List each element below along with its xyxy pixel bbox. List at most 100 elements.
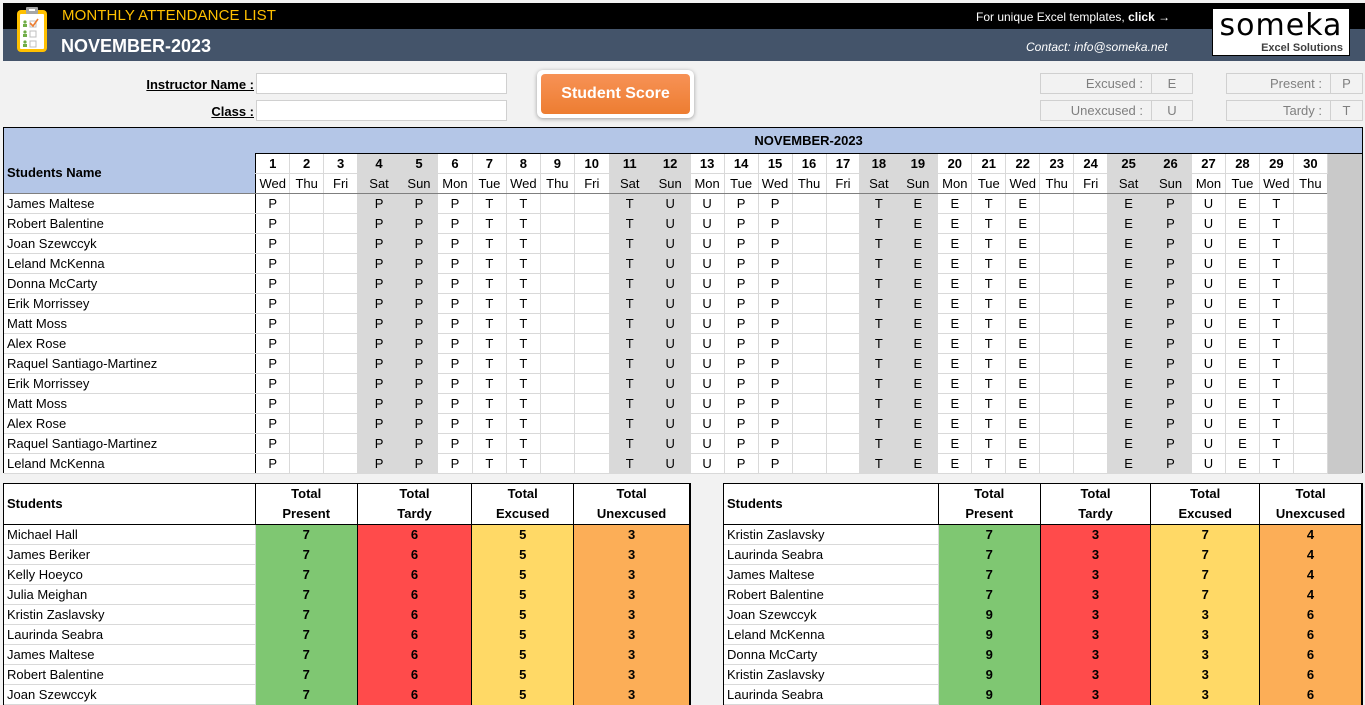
attendance-cell[interactable]: E	[1224, 312, 1260, 334]
attendance-cell[interactable]	[539, 292, 575, 314]
attendance-cell[interactable]: T	[859, 392, 899, 414]
attendance-cell[interactable]	[1292, 292, 1328, 314]
attendance-cell[interactable]: T	[971, 312, 1007, 334]
attendance-cell[interactable]: P	[255, 232, 291, 254]
attendance-cell[interactable]: P	[255, 332, 291, 354]
attendance-cell[interactable]	[1292, 232, 1328, 254]
attendance-cell[interactable]: P	[723, 452, 759, 474]
attendance-cell[interactable]	[323, 372, 359, 394]
attendance-cell[interactable]: P	[357, 432, 401, 454]
attendance-cell[interactable]: P	[723, 272, 759, 294]
student-name[interactable]: Joan Szewccyk	[4, 232, 257, 254]
attendance-cell[interactable]	[791, 332, 827, 354]
attendance-cell[interactable]: U	[689, 332, 725, 354]
attendance-cell[interactable]: E	[1224, 332, 1260, 354]
attendance-cell[interactable]	[791, 352, 827, 374]
attendance-cell[interactable]: P	[723, 432, 759, 454]
attendance-cell[interactable]: E	[897, 232, 939, 254]
attendance-cell[interactable]: T	[859, 372, 899, 394]
attendance-cell[interactable]: P	[757, 292, 793, 314]
attendance-cell[interactable]: T	[971, 212, 1007, 234]
attendance-cell[interactable]: P	[436, 252, 473, 274]
attendance-cell[interactable]: T	[471, 272, 507, 294]
attendance-cell[interactable]: P	[400, 412, 438, 434]
attendance-cell[interactable]	[791, 272, 827, 294]
student-name[interactable]: Alex Rose	[4, 332, 257, 354]
attendance-cell[interactable]: P	[357, 352, 401, 374]
attendance-cell[interactable]	[791, 312, 827, 334]
attendance-cell[interactable]: U	[1190, 432, 1226, 454]
attendance-cell[interactable]: P	[400, 452, 438, 474]
attendance-cell[interactable]: P	[357, 292, 401, 314]
attendance-cell[interactable]: E	[897, 292, 939, 314]
attendance-cell[interactable]: T	[859, 252, 899, 274]
attendance-cell[interactable]: E	[937, 412, 973, 434]
attendance-cell[interactable]: E	[1107, 312, 1151, 334]
attendance-cell[interactable]: T	[505, 432, 541, 454]
attendance-cell[interactable]: E	[937, 452, 973, 474]
attendance-cell[interactable]: U	[1190, 392, 1226, 414]
attendance-cell[interactable]: T	[608, 312, 651, 334]
attendance-cell[interactable]: P	[757, 392, 793, 414]
attendance-cell[interactable]: U	[1190, 192, 1226, 214]
attendance-cell[interactable]	[539, 232, 575, 254]
attendance-cell[interactable]	[289, 272, 325, 294]
attendance-cell[interactable]: U	[689, 252, 725, 274]
attendance-cell[interactable]: P	[357, 252, 401, 274]
attendance-cell[interactable]: T	[505, 372, 541, 394]
attendance-cell[interactable]: P	[723, 412, 759, 434]
attendance-cell[interactable]	[289, 412, 325, 434]
attendance-cell[interactable]: E	[1005, 372, 1041, 394]
attendance-cell[interactable]	[1073, 372, 1109, 394]
attendance-cell[interactable]: T	[471, 212, 507, 234]
attendance-cell[interactable]: E	[1005, 332, 1041, 354]
attendance-cell[interactable]: T	[505, 312, 541, 334]
attendance-cell[interactable]: U	[689, 352, 725, 374]
attendance-cell[interactable]: T	[859, 452, 899, 474]
attendance-cell[interactable]: P	[400, 272, 438, 294]
attendance-cell[interactable]	[573, 452, 610, 474]
attendance-cell[interactable]	[289, 352, 325, 374]
attendance-cell[interactable]: T	[471, 352, 507, 374]
attendance-cell[interactable]: T	[1258, 412, 1294, 434]
attendance-cell[interactable]: P	[1149, 352, 1192, 374]
attendance-cell[interactable]: E	[1005, 272, 1041, 294]
attendance-cell[interactable]: E	[1107, 272, 1151, 294]
attendance-cell[interactable]	[323, 212, 359, 234]
attendance-cell[interactable]	[573, 212, 610, 234]
attendance-cell[interactable]	[825, 392, 861, 414]
attendance-cell[interactable]: U	[689, 452, 725, 474]
attendance-cell[interactable]: P	[1149, 432, 1192, 454]
attendance-cell[interactable]: T	[471, 372, 507, 394]
attendance-cell[interactable]: T	[971, 232, 1007, 254]
attendance-cell[interactable]: T	[608, 392, 651, 414]
attendance-cell[interactable]: E	[1107, 232, 1151, 254]
attendance-cell[interactable]: T	[505, 212, 541, 234]
attendance-cell[interactable]	[573, 432, 610, 454]
attendance-cell[interactable]: U	[689, 372, 725, 394]
attendance-cell[interactable]	[791, 212, 827, 234]
attendance-cell[interactable]: E	[897, 452, 939, 474]
attendance-cell[interactable]: P	[400, 252, 438, 274]
attendance-cell[interactable]: U	[649, 212, 691, 234]
attendance-cell[interactable]	[289, 252, 325, 274]
attendance-cell[interactable]: U	[649, 272, 691, 294]
attendance-cell[interactable]	[825, 452, 861, 474]
attendance-cell[interactable]: P	[357, 452, 401, 474]
attendance-cell[interactable]: E	[937, 332, 973, 354]
attendance-cell[interactable]: P	[255, 432, 291, 454]
attendance-cell[interactable]: P	[1149, 252, 1192, 274]
attendance-cell[interactable]: U	[649, 292, 691, 314]
attendance-cell[interactable]: T	[608, 432, 651, 454]
attendance-cell[interactable]: U	[689, 232, 725, 254]
attendance-cell[interactable]	[825, 372, 861, 394]
attendance-cell[interactable]: T	[505, 412, 541, 434]
attendance-cell[interactable]: T	[971, 352, 1007, 374]
attendance-cell[interactable]: P	[723, 392, 759, 414]
attendance-cell[interactable]: T	[971, 292, 1007, 314]
attendance-cell[interactable]	[289, 332, 325, 354]
instructor-name-input[interactable]	[256, 73, 507, 94]
attendance-cell[interactable]: T	[859, 332, 899, 354]
attendance-cell[interactable]	[289, 312, 325, 334]
attendance-cell[interactable]: T	[859, 272, 899, 294]
